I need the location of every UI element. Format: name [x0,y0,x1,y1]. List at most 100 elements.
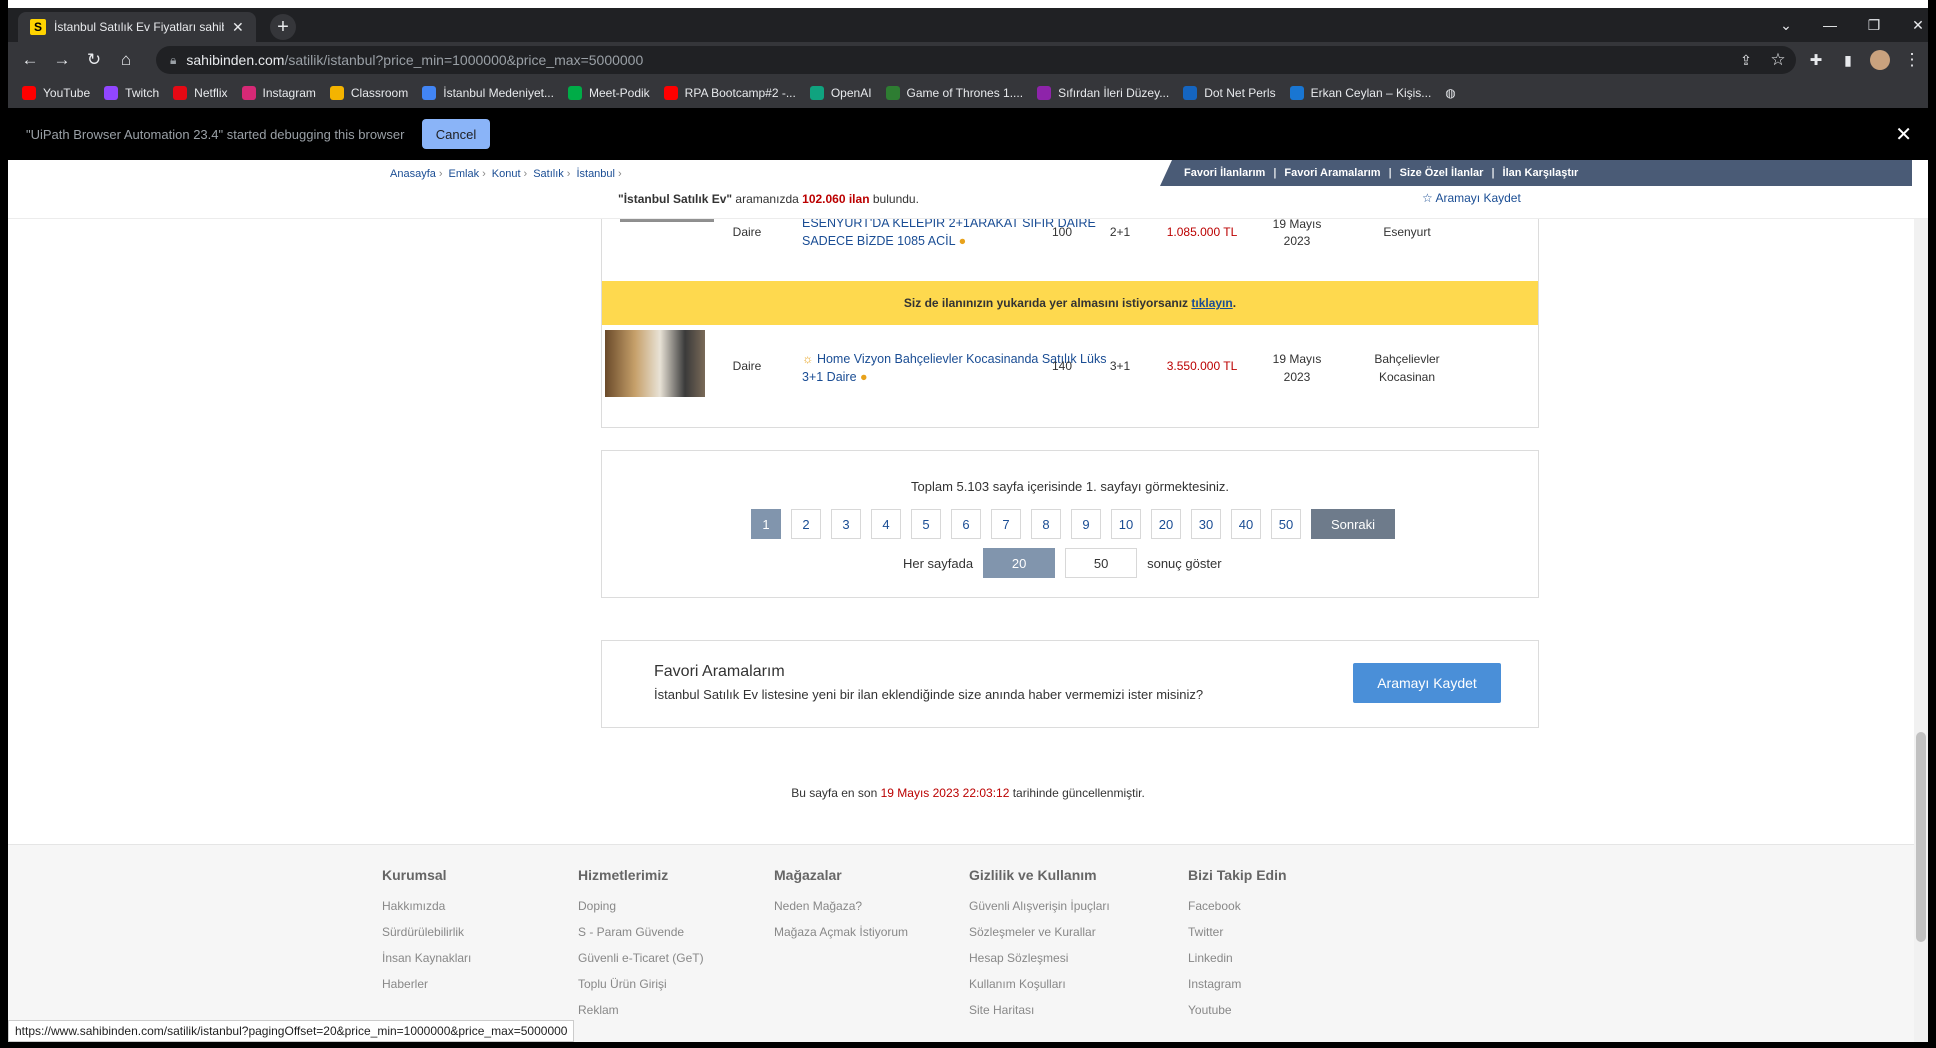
home-icon[interactable]: ⌂ [114,48,138,72]
share-icon[interactable]: ⇪ [1734,48,1758,72]
listing-row[interactable]: Daire ☼ Home Vizyon Bahçelievler Kocasin… [602,330,1538,426]
footer-link[interactable]: Toplu Ürün Girişi [578,971,704,997]
bookmark-favicon-icon [241,86,256,100]
globe-icon[interactable]: ◍ [1445,86,1455,100]
reload-icon[interactable]: ↻ [82,48,106,72]
bookmark-star-icon[interactable]: ☆ [1766,48,1790,72]
footer-link[interactable]: Neden Mağaza? [774,893,908,919]
footer-link[interactable]: Youtube [1188,997,1287,1023]
address-bar[interactable]: 🔒︎ sahibinden.com/satilik/istanbul?price… [156,46,1796,74]
footer-link[interactable]: Güvenli Alışverişin İpuçları [969,893,1110,919]
footer-link[interactable]: İnsan Kaynakları [382,945,471,971]
favnav-link[interactable]: Favori İlanlarım [1184,167,1265,179]
page-link[interactable]: 1 [751,509,781,539]
bookmark-item[interactable]: YouTube [22,86,90,100]
scrollbar-thumb[interactable] [1916,732,1926,942]
footer-link[interactable]: Linkedin [1188,945,1287,971]
footer-link[interactable]: Facebook [1188,893,1287,919]
forward-icon[interactable]: → [50,48,74,72]
breadcrumb-item[interactable]: Konut [492,168,521,180]
listing-location: Esenyurt [1383,225,1431,239]
bookmark-item[interactable]: Game of Thrones 1.... [885,86,1023,100]
back-icon[interactable]: ← [18,48,42,72]
page-link[interactable]: 20 [1151,509,1181,539]
footer-link[interactable]: Hesap Sözleşmesi [969,945,1110,971]
promo-link[interactable]: tıklayın [1191,296,1232,310]
listing-location: Bahçelievler Kocasinan [1357,350,1457,386]
footer-link[interactable]: Twitter [1188,919,1287,945]
bookmark-item[interactable]: Sıfırdan İleri Düzey... [1037,86,1169,100]
bookmark-item[interactable]: Dot Net Perls [1183,86,1276,100]
bookmark-item[interactable]: OpenAI [809,86,872,100]
restore-button[interactable]: ❐ [1852,8,1896,42]
footer-link[interactable]: Güvenli e-Ticaret (GeT) [578,945,704,971]
save-search-button[interactable]: Aramayı Kaydet [1353,663,1501,703]
bookmark-item[interactable]: İstanbul Medeniyet... [422,86,554,100]
next-page-button[interactable]: Sonraki [1311,509,1395,539]
tab-strip: S İstanbul Satılık Ev Fiyatları sahibind… [8,8,1928,42]
breadcrumb-item[interactable]: İstanbul [576,168,615,180]
page-link[interactable]: 50 [1271,509,1301,539]
footer-link[interactable]: Kullanım Koşulları [969,971,1110,997]
bookmark-item[interactable]: RPA Bootcamp#2 -... [663,86,796,100]
bookmark-item[interactable]: Netflix [173,86,228,100]
footer-link[interactable]: Haberler [382,971,471,997]
side-panel-icon[interactable]: ▮ [1836,48,1860,72]
infobar-close-icon[interactable]: ✕ [1895,122,1912,147]
bookmark-item[interactable]: Meet-Podik [567,86,650,100]
menu-icon[interactable]: ⋮ [1900,48,1924,72]
per-page-50[interactable]: 50 [1065,548,1138,578]
page-link[interactable]: 30 [1191,509,1221,539]
extensions-icon[interactable]: ✚ [1804,48,1828,72]
breadcrumb-item[interactable]: Anasayfa [390,168,436,180]
footer-link[interactable]: Hakkımızda [382,893,471,919]
bookmark-label: Sıfırdan İleri Düzey... [1058,86,1170,100]
footer-column-title: Hizmetlerimiz [578,867,669,883]
page-link[interactable]: 5 [911,509,941,539]
breadcrumb-item[interactable]: Emlak [449,168,480,180]
page-link[interactable]: 9 [1071,509,1101,539]
page-link[interactable]: 7 [991,509,1021,539]
footer-link[interactable]: Instagram [1188,971,1287,997]
page-link[interactable]: 4 [871,509,901,539]
page-link[interactable]: 6 [951,509,981,539]
footer-link[interactable]: Reklam [578,997,704,1023]
debug-cancel-button[interactable]: Cancel [422,119,490,149]
bookmark-item[interactable]: Instagram [241,86,316,100]
page-link[interactable]: 40 [1231,509,1261,539]
minimize-button[interactable]: — [1808,8,1852,42]
page-link[interactable]: 3 [831,509,861,539]
chevron-right-icon: › [617,168,622,180]
window-frame-bottom [0,1042,1936,1048]
footer-link[interactable]: Doping [578,893,704,919]
listing-thumbnail[interactable] [605,330,705,397]
profile-avatar[interactable] [1868,48,1892,72]
browser-tab[interactable]: S İstanbul Satılık Ev Fiyatları sahibind… [18,12,256,42]
bookmark-item[interactable]: Classroom [329,86,408,100]
footer-link[interactable]: Mağaza Açmak İstiyorum [774,919,908,945]
page-link[interactable]: 10 [1111,509,1141,539]
footer-link[interactable]: Sözleşmeler ve Kurallar [969,919,1110,945]
footer-column-title: Mağazalar [774,867,842,883]
listing-title-link[interactable]: ESENYURT'DA KELEPIR 2+1ARAKAT SIFIR DAIR… [802,214,1142,250]
tab-search-icon[interactable]: ⌄ [1764,8,1808,42]
favnav-link[interactable]: Size Özel İlanlar [1400,167,1484,179]
breadcrumb-item[interactable]: Satılık [533,168,564,180]
bookmark-item[interactable]: Twitch [104,86,159,100]
footer-link[interactable]: S - Param Güvende [578,919,704,945]
footer-link[interactable]: Sürdürülebilirlik [382,919,471,945]
per-page-20[interactable]: 20 [983,548,1056,578]
close-window-button[interactable]: ✕ [1896,8,1936,42]
save-search-link[interactable]: ☆ Aramayı Kaydet [1422,191,1521,205]
page-link[interactable]: 8 [1031,509,1061,539]
tab-close-icon[interactable]: ✕ [232,19,244,36]
favnav-link[interactable]: İlan Karşılaştır [1503,167,1579,179]
new-tab-button[interactable]: + [270,14,296,40]
result-pre: aramanızda [735,192,799,206]
page-link[interactable]: 2 [791,509,821,539]
favnav-link[interactable]: Favori Aramalarım [1284,167,1380,179]
footer-link[interactable]: Site Haritası [969,997,1110,1023]
favorites-nav: Favori İlanlarım | Favori Aramalarım | Size … [1160,160,1912,186]
bookmark-favicon-icon [567,86,582,100]
bookmark-item[interactable]: Erkan Ceylan – Kişis... [1289,86,1431,100]
